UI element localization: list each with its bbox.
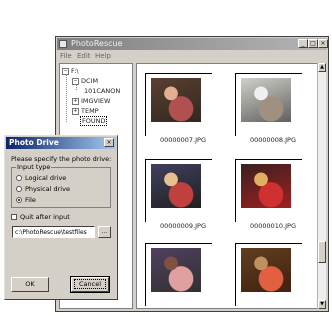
browse-button[interactable]: ... xyxy=(98,226,111,238)
scroll-down-arrow-icon[interactable]: ▼ xyxy=(318,300,326,309)
photo-thumbnail[interactable] xyxy=(151,248,201,292)
ok-button[interactable]: OK xyxy=(11,277,49,292)
path-input[interactable] xyxy=(12,226,95,238)
radio-logical-drive[interactable]: Logical drive xyxy=(16,174,66,182)
scroll-up-arrow-icon[interactable]: ▲ xyxy=(318,63,326,72)
menu-bar: File Edit Help xyxy=(57,51,327,61)
expand-icon[interactable]: + xyxy=(72,107,79,115)
tree-item-temp[interactable]: + TEMP xyxy=(72,107,99,115)
menu-edit[interactable]: Edit xyxy=(77,52,91,60)
app-icon xyxy=(59,40,67,48)
cancel-button[interactable]: Cancel xyxy=(70,276,110,293)
collapse-icon[interactable]: − xyxy=(62,67,69,75)
menu-file[interactable]: File xyxy=(60,52,72,60)
dialog-prompt: Please specify the photo drive: xyxy=(11,155,112,163)
scroll-thumb[interactable] xyxy=(318,241,326,263)
close-button[interactable]: × xyxy=(318,39,328,48)
checkbox-icon[interactable] xyxy=(11,214,17,220)
photo-thumbnail[interactable] xyxy=(241,78,291,122)
thumbnail-item[interactable] xyxy=(229,240,317,308)
menu-help[interactable]: Help xyxy=(95,52,111,60)
radio-button-selected-icon[interactable] xyxy=(16,197,22,203)
tree-item-root[interactable]: − F:\ xyxy=(62,67,79,75)
radio-button-icon[interactable] xyxy=(16,175,22,181)
main-titlebar[interactable]: PhotoRescue _ □ × xyxy=(57,38,328,50)
photo-drive-dialog: Photo Drive × Please specify the photo d… xyxy=(4,135,118,300)
minimize-button[interactable]: _ xyxy=(298,39,308,48)
thumbnail-item[interactable]: 00000008.JPG xyxy=(229,70,317,156)
thumbnail-item[interactable] xyxy=(139,240,227,308)
radio-file[interactable]: File xyxy=(16,196,36,204)
thumbnail-item[interactable]: 00000010.JPG xyxy=(229,156,317,242)
collapse-icon[interactable]: − xyxy=(72,77,79,85)
thumbnail-caption: 00000007.JPG xyxy=(159,136,207,144)
thumbnail-caption: 00000009.JPG xyxy=(159,222,207,230)
input-type-group: Input type Logical drive Physical drive … xyxy=(11,163,111,208)
dialog-title: Photo Drive xyxy=(9,138,59,147)
dialog-close-button[interactable]: × xyxy=(104,138,114,147)
thumbnail-item[interactable]: 00000007.JPG xyxy=(139,70,227,156)
expand-icon[interactable]: + xyxy=(72,97,79,105)
photo-thumbnail[interactable] xyxy=(151,164,201,208)
thumbnail-panel[interactable]: 00000007.JPG 00000008.JPG 00000009.JPG 0000… xyxy=(136,63,318,309)
tree-item-dcim[interactable]: − DCIM xyxy=(72,77,98,85)
tree-item-imgview[interactable]: + IMGVIEW xyxy=(72,97,110,105)
thumbnail-scrollbar[interactable]: ▲ ▼ xyxy=(317,63,326,309)
photo-thumbnail[interactable] xyxy=(241,248,291,292)
tree-item-found[interactable]: FOUND xyxy=(80,116,108,126)
photo-thumbnail[interactable] xyxy=(151,78,201,122)
tree-item-101canon[interactable]: 101CANON xyxy=(84,87,120,95)
dialog-titlebar[interactable]: Photo Drive × xyxy=(6,137,116,149)
maximize-button[interactable]: □ xyxy=(308,39,318,48)
input-type-label: Input type xyxy=(16,163,52,171)
photo-thumbnail[interactable] xyxy=(241,164,291,208)
radio-physical-drive[interactable]: Physical drive xyxy=(16,185,70,193)
thumbnail-item[interactable]: 00000009.JPG xyxy=(139,156,227,242)
main-window-title: PhotoRescue xyxy=(71,39,123,48)
radio-button-icon[interactable] xyxy=(16,186,22,192)
thumbnail-caption: 00000008.JPG xyxy=(249,136,297,144)
quit-after-input-checkbox[interactable]: Quit after input xyxy=(11,213,70,221)
thumbnail-caption: 00000010.JPG xyxy=(249,222,297,230)
